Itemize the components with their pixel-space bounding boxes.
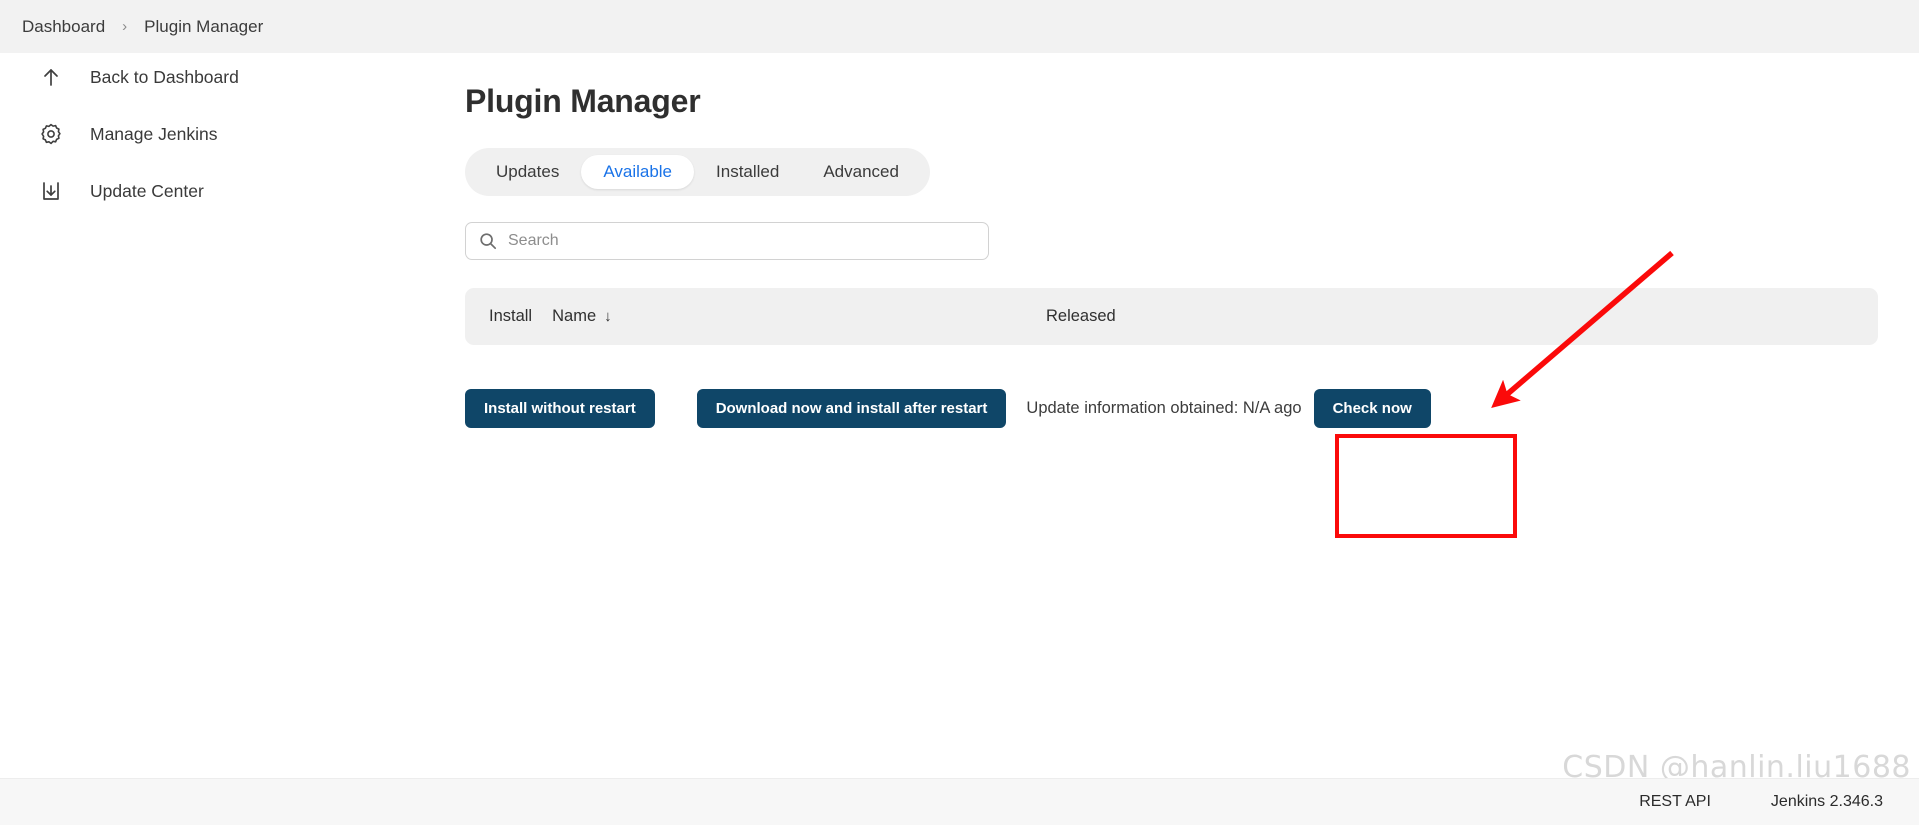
annotation-highlight-box xyxy=(1335,434,1517,538)
tab-bar: Updates Available Installed Advanced xyxy=(465,148,930,196)
check-now-button[interactable]: Check now xyxy=(1313,389,1431,428)
tab-installed[interactable]: Installed xyxy=(694,155,801,189)
sidebar: Back to Dashboard Manage Jenkins Update … xyxy=(0,53,460,224)
update-information-status: Update information obtained: N/A ago xyxy=(1026,399,1302,417)
plugin-table-header: Install Name ↓ Released xyxy=(465,288,1878,345)
download-icon xyxy=(38,178,64,204)
sidebar-item-label: Manage Jenkins xyxy=(90,123,218,144)
main-content: Plugin Manager Updates Available Install… xyxy=(465,53,1919,428)
sidebar-item-back-to-dashboard[interactable]: Back to Dashboard xyxy=(0,53,460,101)
footer-jenkins-version: Jenkins 2.346.3 xyxy=(1770,793,1883,810)
breadcrumb-separator-icon: › xyxy=(122,18,128,35)
tab-updates[interactable]: Updates xyxy=(474,155,581,189)
footer: REST API Jenkins 2.346.3 xyxy=(0,778,1919,825)
tab-available[interactable]: Available xyxy=(581,155,695,189)
sidebar-item-label: Update Center xyxy=(90,180,204,201)
breadcrumb-item-plugin-manager[interactable]: Plugin Manager xyxy=(144,17,263,37)
column-header-name[interactable]: Name xyxy=(552,307,596,326)
sidebar-item-manage-jenkins[interactable]: Manage Jenkins xyxy=(0,110,460,158)
sidebar-item-update-center[interactable]: Update Center xyxy=(0,167,460,215)
page-title: Plugin Manager xyxy=(465,83,701,119)
search-box xyxy=(465,222,989,260)
action-bar: Install without restart Download now and… xyxy=(465,389,1919,428)
download-now-install-after-restart-button[interactable]: Download now and install after restart xyxy=(696,389,1007,428)
breadcrumb-item-dashboard[interactable]: Dashboard xyxy=(22,17,105,37)
tab-advanced[interactable]: Advanced xyxy=(801,155,921,189)
arrow-up-icon xyxy=(38,64,64,90)
breadcrumb-bar: Dashboard › Plugin Manager xyxy=(0,0,1919,53)
column-header-install: Install xyxy=(489,307,533,325)
column-header-released[interactable]: Released xyxy=(1046,307,1116,326)
plugin-manager-page: Dashboard › Plugin Manager Back to Dashb… xyxy=(0,0,1919,825)
sort-descending-icon[interactable]: ↓ xyxy=(604,308,612,325)
search-input[interactable] xyxy=(465,222,989,260)
install-without-restart-button[interactable]: Install without restart xyxy=(465,389,655,428)
footer-rest-api-link[interactable]: REST API xyxy=(1639,793,1711,811)
sidebar-item-label: Back to Dashboard xyxy=(90,66,239,87)
gear-icon xyxy=(38,121,64,147)
